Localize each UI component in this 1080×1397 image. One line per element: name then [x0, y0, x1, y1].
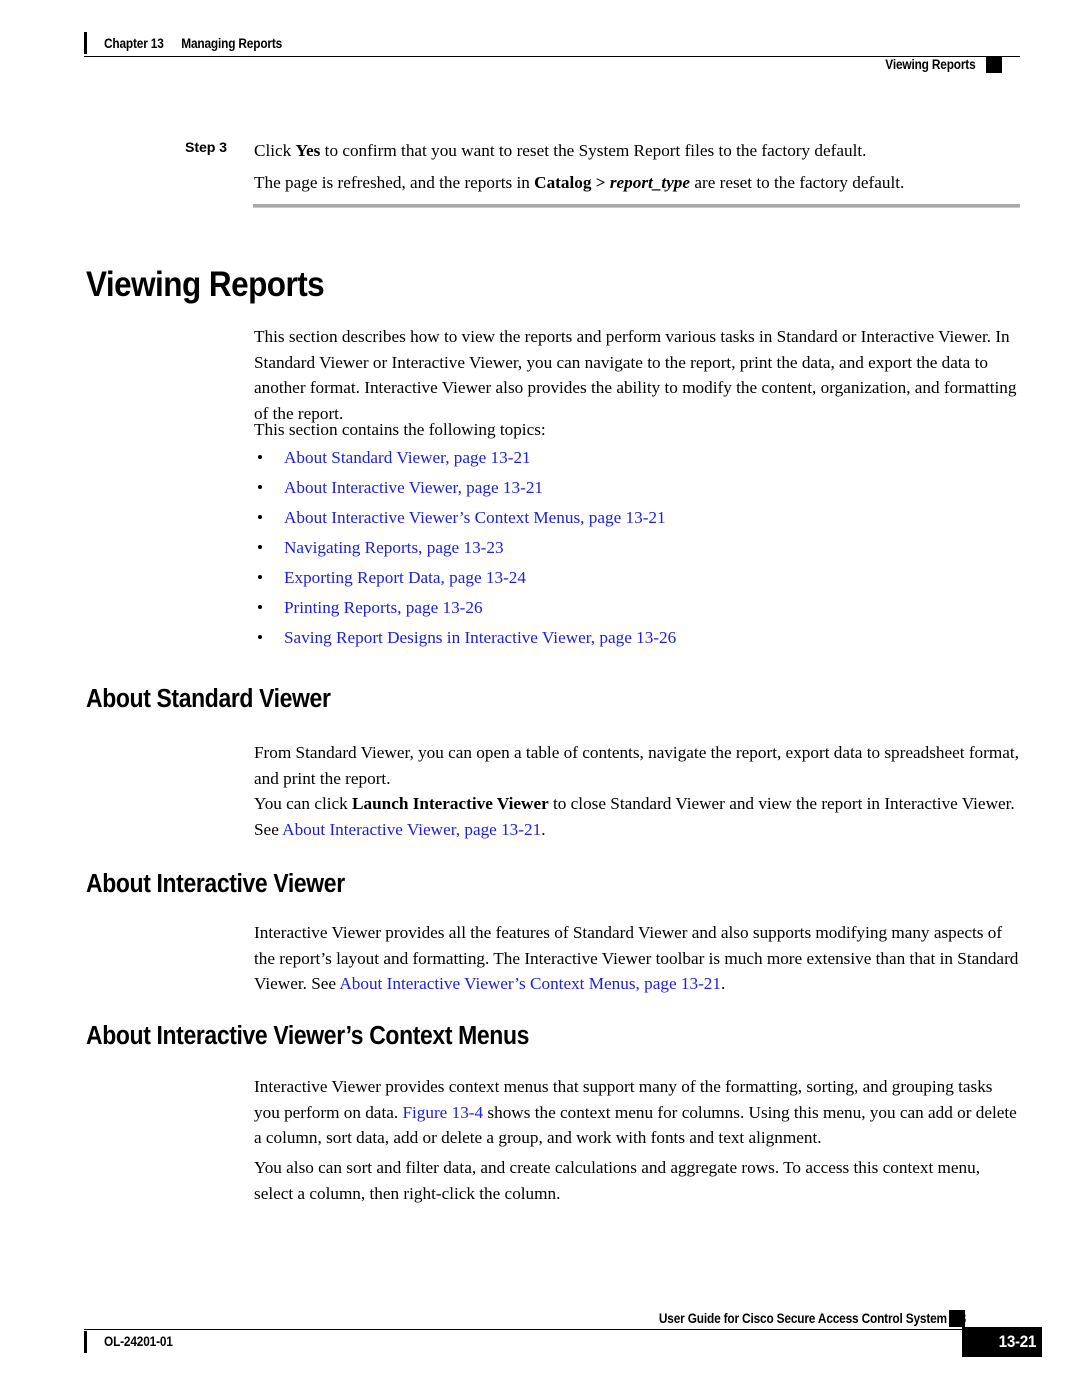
topic-link[interactable]: Saving Report Designs in Interactive Vie…: [284, 627, 676, 649]
header-rule: [84, 56, 1020, 57]
sv-p2-bold-launch: Launch Interactive Viewer: [352, 794, 549, 813]
standard-viewer-paragraph-1: From Standard Viewer, you can open a tab…: [254, 743, 1019, 788]
sv-p2-post: .: [541, 819, 546, 839]
cm-p1-figure-link[interactable]: Figure 13-4: [402, 1103, 483, 1122]
heading-about-standard-viewer: About Standard Viewer: [86, 685, 331, 713]
section-topics-lead: This section contains the following topi…: [254, 420, 546, 439]
footer-document-id: OL-24201-01: [104, 1334, 173, 1349]
step-result-post: are reset to the factory default.: [690, 173, 905, 192]
bullet-icon: [258, 455, 262, 459]
list-item[interactable]: Printing Reports, page 13-26: [258, 597, 998, 627]
list-item[interactable]: About Standard Viewer, page 13-21: [258, 447, 998, 477]
topic-link[interactable]: Navigating Reports, page 13-23: [284, 537, 504, 559]
footer-marker-square: [949, 1310, 965, 1327]
list-item[interactable]: About Interactive Viewer, page 13-21: [258, 477, 998, 507]
topics-list: About Standard Viewer, page 13-21 About …: [258, 447, 998, 657]
topic-link[interactable]: About Standard Viewer, page 13-21: [284, 447, 531, 469]
footer-rule: [84, 1329, 964, 1330]
heading-about-context-menus: About Interactive Viewer’s Context Menus: [86, 1022, 530, 1050]
interactive-viewer-paragraph-1: Interactive Viewer provides all the feat…: [254, 920, 1020, 997]
page-header: Chapter 13 Managing Reports Viewing Repor…: [0, 0, 1080, 80]
header-running-head: Viewing Reports: [885, 57, 976, 72]
step-text-post: to confirm that you want to reset the Sy…: [320, 141, 867, 160]
list-item[interactable]: Saving Report Designs in Interactive Vie…: [258, 627, 998, 657]
context-menus-paragraph-1: Interactive Viewer provides context menu…: [254, 1074, 1020, 1151]
step-result-text: The page is refreshed, and the reports i…: [254, 170, 1020, 196]
header-marker-square: [986, 56, 1002, 73]
list-item[interactable]: Navigating Reports, page 13-23: [258, 537, 998, 567]
page-title: Viewing Reports: [86, 265, 325, 304]
bullet-icon: [258, 605, 262, 609]
step-result-bold-italic-reporttype: report_type: [609, 173, 691, 192]
topic-link[interactable]: Exporting Report Data, page 13-24: [284, 567, 526, 589]
heading-about-interactive-viewer: About Interactive Viewer: [86, 870, 345, 898]
iv-p1-crossref-link[interactable]: About Interactive Viewer’s Context Menus…: [339, 974, 721, 993]
step-result-bold-catalog: Catalog >: [534, 173, 610, 192]
footer-guide-title: User Guide for Cisco Secure Access Contr…: [658, 1311, 966, 1326]
list-item[interactable]: Exporting Report Data, page 13-24: [258, 567, 998, 597]
header-chapter-label: Chapter 13 Managing Reports: [104, 36, 282, 51]
iv-p1-post: .: [720, 974, 726, 994]
bullet-icon: [258, 515, 262, 519]
document-page: Chapter 13 Managing Reports Viewing Repor…: [0, 0, 1080, 1397]
page-number-text: 13-21: [998, 1332, 1037, 1351]
bullet-icon: [258, 485, 262, 489]
section-divider-rule: [253, 204, 1020, 208]
section-intro-paragraph: This section describes how to view the r…: [254, 327, 1017, 423]
standard-viewer-paragraph-2: You can click Launch Interactive Viewer …: [254, 791, 1020, 842]
step-result-pre: The page is refreshed, and the reports i…: [254, 173, 535, 192]
bullet-icon: [258, 635, 262, 639]
page-number-badge: 13-21: [962, 1327, 1042, 1357]
bullet-icon: [258, 545, 262, 549]
list-item[interactable]: About Interactive Viewer’s Context Menus…: [258, 507, 998, 537]
footer-tick-mark: [84, 1331, 87, 1353]
step-text-pre: Click: [254, 141, 296, 160]
header-tick-mark: [84, 32, 87, 54]
bullet-icon: [258, 575, 262, 579]
step-label: Step 3: [185, 140, 227, 156]
header-chapter-number: Chapter 13: [104, 36, 164, 51]
topic-link[interactable]: About Interactive Viewer, page 13-21: [284, 477, 543, 499]
topic-link[interactable]: Printing Reports, page 13-26: [284, 597, 483, 619]
context-menus-paragraph-2: You also can sort and filter data, and c…: [254, 1158, 981, 1203]
sv-p2-pre: You can click: [254, 794, 353, 813]
topic-link[interactable]: About Interactive Viewer’s Context Menus…: [284, 507, 666, 529]
step-instruction-text: Click Yes to confirm that you want to re…: [254, 138, 1020, 164]
header-chapter-title: Managing Reports: [181, 36, 283, 51]
step-text-bold-yes: Yes: [295, 141, 321, 160]
sv-p2-crossref-link[interactable]: About Interactive Viewer, page 13-21: [282, 820, 541, 839]
